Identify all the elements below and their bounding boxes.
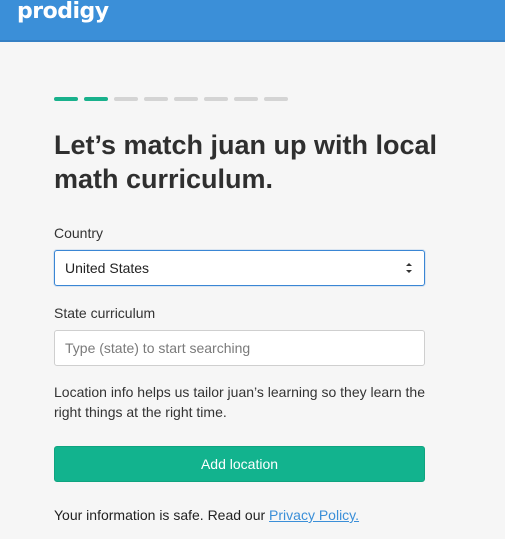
progress-step-1: [54, 97, 78, 101]
progress-step-6: [204, 97, 228, 101]
top-bar: prodigy: [0, 0, 505, 42]
progress-step-2: [84, 97, 108, 101]
prodigy-logo[interactable]: prodigy: [17, 0, 109, 24]
privacy-note-text: Your information is safe. Read our: [54, 507, 270, 523]
page-title: Let’s match juan up with local math curr…: [54, 130, 438, 194]
progress-step-4: [144, 97, 168, 101]
country-select[interactable]: United States: [54, 250, 425, 286]
state-curriculum-label: State curriculum: [54, 305, 156, 321]
country-label: Country: [54, 225, 104, 241]
privacy-note: Your information is safe. Read our Priva…: [54, 507, 359, 523]
progress-step-3: [114, 97, 138, 101]
state-curriculum-input[interactable]: [54, 330, 425, 366]
location-help-text: Location info helps us tailor juan’s lea…: [54, 384, 425, 420]
add-location-button[interactable]: Add location: [54, 446, 425, 482]
progress-step-7: [234, 97, 258, 101]
privacy-policy-link[interactable]: Privacy Policy.: [269, 507, 359, 523]
country-selected-value: United States: [65, 260, 150, 276]
progress-step-5: [174, 97, 198, 101]
progress-step-8: [264, 97, 288, 101]
select-arrows-icon: [405, 260, 413, 276]
